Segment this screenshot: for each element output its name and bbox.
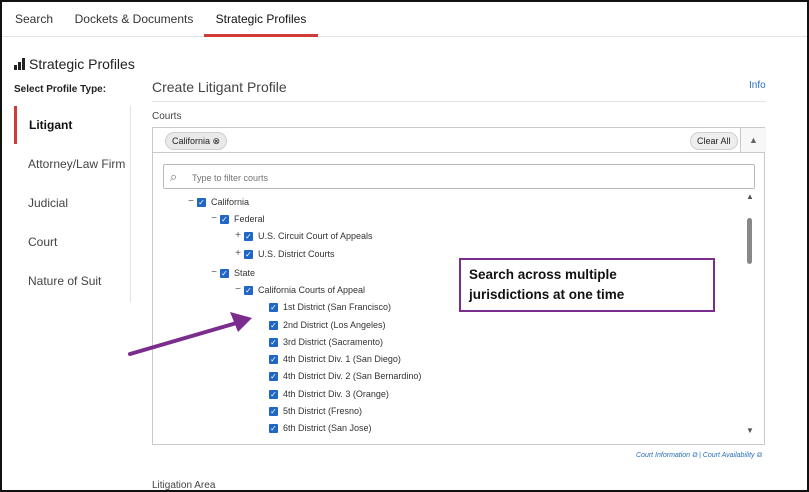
callout-line-1: Search across multiple <box>469 267 617 282</box>
callout-line-2: jurisdictions at one time <box>469 287 625 302</box>
annotation-arrow <box>128 312 252 356</box>
app-frame: Search Dockets & Documents Strategic Pro… <box>0 0 809 492</box>
annotation-callout: Search across multiple jurisdictions at … <box>459 258 715 312</box>
